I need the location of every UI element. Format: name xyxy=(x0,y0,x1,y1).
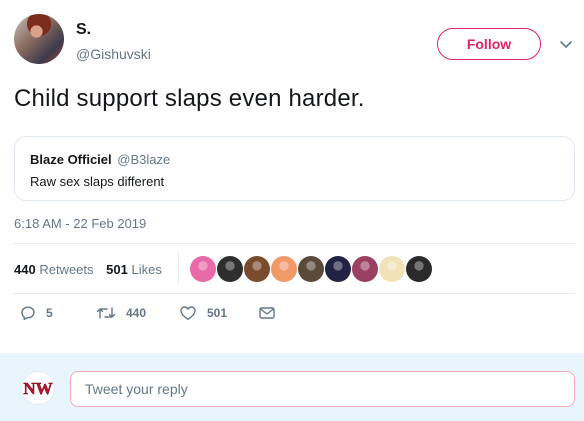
author-avatar[interactable] xyxy=(14,14,64,64)
reply-count: 5 xyxy=(46,306,53,320)
heart-icon xyxy=(179,305,197,321)
author-name[interactable]: S. xyxy=(76,21,91,39)
reply-input[interactable]: Tweet your reply xyxy=(70,371,575,407)
quoted-tweet[interactable]: Blaze Officiel @B3laze Raw sex slaps dif… xyxy=(14,136,575,201)
current-user-avatar: NW xyxy=(21,371,55,405)
liker-avatar-9[interactable] xyxy=(406,256,432,282)
author-handle[interactable]: @Gishuvski xyxy=(76,46,151,62)
retweet-action-count: 440 xyxy=(126,306,147,320)
liker-avatar-5[interactable] xyxy=(298,256,324,282)
likes-label: Likes xyxy=(131,262,162,277)
retweet-icon xyxy=(96,305,116,321)
tweet-stats: 440 Retweets 501 Likes xyxy=(14,262,171,277)
retweets-stat[interactable]: 440 Retweets xyxy=(14,262,94,277)
liker-avatar-1[interactable] xyxy=(190,256,216,282)
stats-divider xyxy=(178,253,179,283)
envelope-icon xyxy=(258,305,276,321)
reply-placeholder: Tweet your reply xyxy=(85,381,188,397)
like-button[interactable]: 501 xyxy=(179,305,227,321)
quoted-tweet-name: Blaze Officiel xyxy=(30,152,112,167)
tweet-timestamp[interactable]: 6:18 AM - 22 Feb 2019 xyxy=(14,216,146,231)
chevron-down-icon[interactable] xyxy=(559,38,573,50)
like-action-count: 501 xyxy=(207,306,228,320)
likes-stat[interactable]: 501 Likes xyxy=(106,262,162,277)
quoted-tweet-handle: @B3laze xyxy=(117,152,171,167)
retweets-count: 440 xyxy=(14,262,36,277)
retweet-button[interactable]: 440 xyxy=(96,305,146,321)
divider xyxy=(14,293,575,294)
reply-button[interactable]: 5 xyxy=(20,305,53,321)
liker-avatar-7[interactable] xyxy=(352,256,378,282)
nw-logo-icon: NW xyxy=(23,379,53,399)
tweet-text: Child support slaps even harder. xyxy=(14,85,365,112)
liker-avatar-8[interactable] xyxy=(379,256,405,282)
likes-count: 501 xyxy=(106,262,128,277)
svg-text:NW: NW xyxy=(23,379,52,398)
follow-button[interactable]: Follow xyxy=(437,28,541,60)
liker-avatar-4[interactable] xyxy=(271,256,297,282)
liker-avatar-3[interactable] xyxy=(244,256,270,282)
liker-avatar-2[interactable] xyxy=(217,256,243,282)
reply-icon xyxy=(20,305,36,321)
divider xyxy=(14,243,575,244)
liker-avatar-6[interactable] xyxy=(325,256,351,282)
quoted-tweet-header: Blaze Officiel @B3laze xyxy=(30,152,170,167)
quoted-tweet-text: Raw sex slaps different xyxy=(30,174,165,189)
retweets-label: Retweets xyxy=(39,262,94,277)
direct-message-button[interactable] xyxy=(258,305,276,321)
